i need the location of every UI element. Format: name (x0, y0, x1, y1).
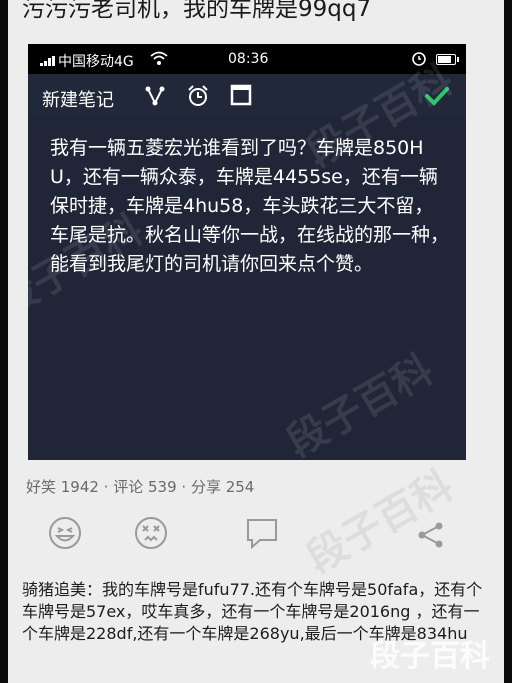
corner-logo: 段子百科 (370, 639, 490, 674)
toolbar-title: 新建笔记 (42, 90, 114, 111)
signal-icon (40, 56, 55, 66)
comment-author[interactable]: 骑猪追美： (22, 580, 102, 599)
checkbox-icon[interactable] (230, 84, 252, 106)
comment-icon[interactable] (244, 516, 280, 550)
post-title: 污污污老司机，我的车牌是99qq7 (22, 0, 372, 22)
wifi-icon (150, 51, 168, 65)
share-icon[interactable] (144, 84, 166, 108)
battery-icon (436, 54, 459, 65)
clock: 08:36 (228, 51, 269, 67)
watermark: 段子百科 (279, 346, 441, 460)
laugh-icon[interactable] (48, 516, 82, 550)
carrier-label: 中国移动4G (58, 54, 134, 70)
phone-screenshot: 中国移动4G 08:36 新建笔记 我有一辆五菱宏光谁看到了吗？车牌是850HU… (28, 44, 466, 460)
share-icon[interactable] (416, 520, 446, 550)
status-bar: 中国移动4G 08:36 (28, 44, 466, 74)
alarm-icon[interactable] (186, 84, 210, 108)
note-body[interactable]: 我有一辆五菱宏光谁看到了吗？车牌是850HU，还有一辆众泰，车牌是4455se，… (50, 134, 450, 279)
alarm-icon (412, 52, 426, 66)
post-page: 污污污老司机，我的车牌是99qq7 中国移动4G 08:36 新建笔记 我有一辆… (8, 0, 504, 683)
check-icon[interactable] (424, 84, 450, 108)
note-toolbar: 新建笔记 (28, 74, 466, 118)
dizzy-icon[interactable] (134, 516, 168, 550)
watermark: 段子百科 (299, 462, 461, 583)
post-stats: 好笑 1942 · 评论 539 · 分享 254 (26, 478, 255, 496)
